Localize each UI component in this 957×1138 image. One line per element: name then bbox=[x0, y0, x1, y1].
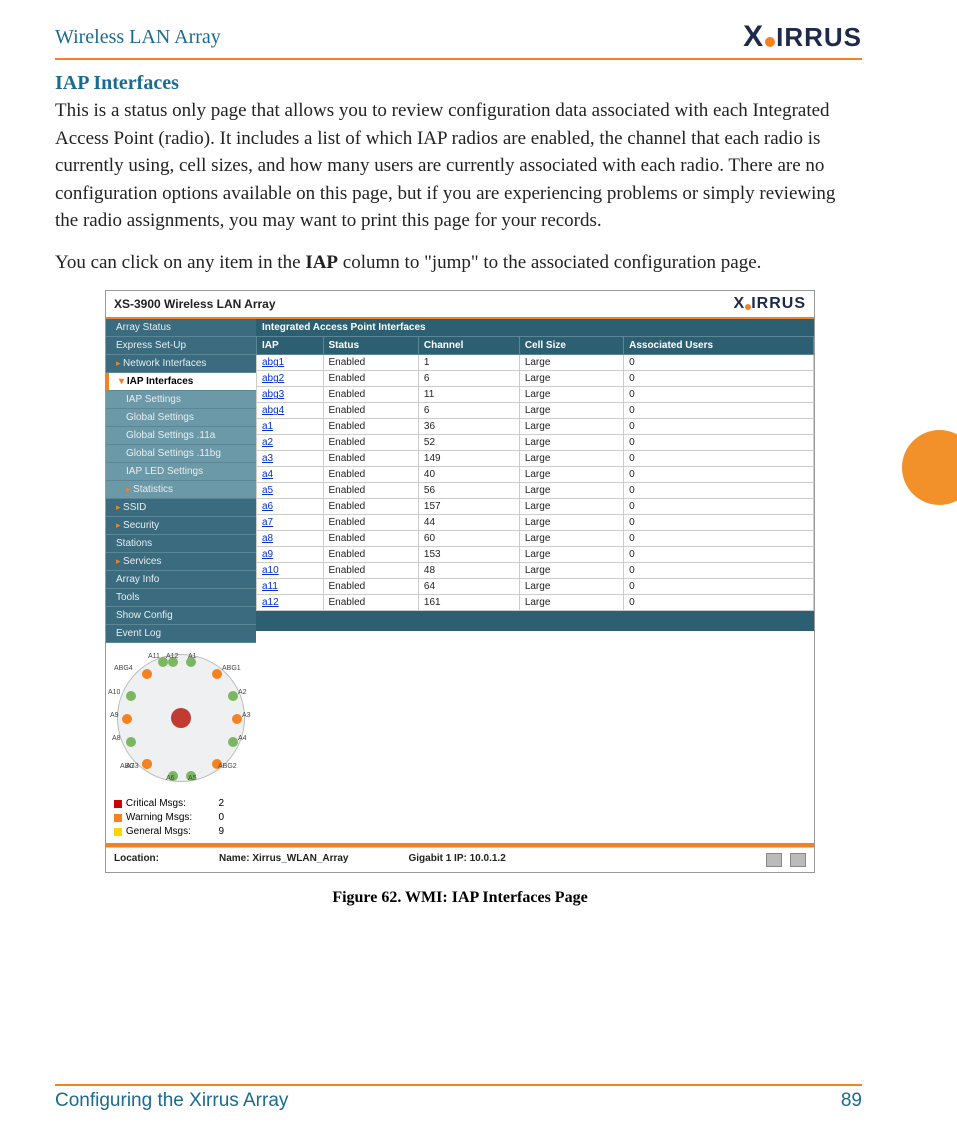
table-footer-bar bbox=[256, 611, 814, 631]
status-name: Name: Xirrus_WLAN_Array bbox=[219, 853, 349, 867]
nav-show-config[interactable]: Show Config bbox=[106, 607, 256, 625]
wmi-screenshot: XS-3900 Wireless LAN Array XIRRUS Array … bbox=[105, 290, 815, 873]
footer-text: Configuring the Xirrus Array bbox=[55, 1090, 288, 1112]
nav-global-settings[interactable]: Global Settings bbox=[106, 409, 256, 427]
iap-link[interactable]: a10 bbox=[257, 563, 324, 579]
paragraph-2: You can click on any item in the IAP col… bbox=[55, 249, 862, 277]
iap-link[interactable]: a9 bbox=[257, 547, 324, 563]
table-row: a5Enabled56Large0 bbox=[257, 483, 814, 499]
table-row: a6Enabled157Large0 bbox=[257, 499, 814, 515]
nav-menu: Array Status Express Set-Up Network Inte… bbox=[106, 319, 256, 643]
table-row: abg1Enabled1Large0 bbox=[257, 355, 814, 371]
iap-link[interactable]: abg3 bbox=[257, 387, 324, 403]
nav-network-interfaces[interactable]: Network Interfaces bbox=[106, 355, 256, 373]
print-icon[interactable] bbox=[766, 853, 782, 867]
nav-iap-settings[interactable]: IAP Settings bbox=[106, 391, 256, 409]
nav-iap-interfaces[interactable]: IAP Interfaces bbox=[106, 373, 256, 391]
figure-caption: Figure 62. WMI: IAP Interfaces Page bbox=[105, 889, 815, 907]
nav-tools[interactable]: Tools bbox=[106, 589, 256, 607]
nav-global-settings-11a[interactable]: Global Settings .11a bbox=[106, 427, 256, 445]
col-users: Associated Users bbox=[624, 337, 814, 355]
table-row: abg4Enabled6Large0 bbox=[257, 403, 814, 419]
status-location: Location: bbox=[114, 853, 159, 867]
nav-services[interactable]: Services bbox=[106, 553, 256, 571]
iap-link[interactable]: abg2 bbox=[257, 371, 324, 387]
iap-link[interactable]: a12 bbox=[257, 595, 324, 611]
iap-link[interactable]: a7 bbox=[257, 515, 324, 531]
nav-event-log[interactable]: Event Log bbox=[106, 625, 256, 643]
nav-array-info[interactable]: Array Info bbox=[106, 571, 256, 589]
page-number: 89 bbox=[841, 1090, 862, 1112]
iap-link[interactable]: a1 bbox=[257, 419, 324, 435]
product-name: XS-3900 Wireless LAN Array bbox=[114, 297, 276, 311]
table-row: a9Enabled153Large0 bbox=[257, 547, 814, 563]
nav-ssid[interactable]: SSID bbox=[106, 499, 256, 517]
nav-iap-led-settings[interactable]: IAP LED Settings bbox=[106, 463, 256, 481]
table-row: a8Enabled60Large0 bbox=[257, 531, 814, 547]
iap-table: IAP Status Channel Cell Size Associated … bbox=[256, 336, 814, 611]
nav-security[interactable]: Security bbox=[106, 517, 256, 535]
nav-statistics[interactable]: Statistics bbox=[106, 481, 256, 499]
table-row: a12Enabled161Large0 bbox=[257, 595, 814, 611]
table-row: abg3Enabled11Large0 bbox=[257, 387, 814, 403]
header-rule bbox=[55, 58, 862, 60]
table-row: a2Enabled52Large0 bbox=[257, 435, 814, 451]
screenshot-logo: XIRRUS bbox=[734, 295, 806, 313]
table-row: a7Enabled44Large0 bbox=[257, 515, 814, 531]
table-row: a11Enabled64Large0 bbox=[257, 579, 814, 595]
brand-logo: XXIRRUSIRRUS bbox=[743, 20, 862, 54]
table-row: a10Enabled48Large0 bbox=[257, 563, 814, 579]
save-icon[interactable] bbox=[790, 853, 806, 867]
iap-link[interactable]: a11 bbox=[257, 579, 324, 595]
iap-link[interactable]: a2 bbox=[257, 435, 324, 451]
iap-link[interactable]: abg4 bbox=[257, 403, 324, 419]
nav-stations[interactable]: Stations bbox=[106, 535, 256, 553]
iap-link[interactable]: a6 bbox=[257, 499, 324, 515]
status-ip: Gigabit 1 IP: 10.0.1.2 bbox=[409, 853, 506, 867]
table-title: Integrated Access Point Interfaces bbox=[256, 319, 814, 336]
section-heading: IAP Interfaces bbox=[55, 72, 862, 95]
page-tab-marker bbox=[902, 430, 957, 505]
col-iap: IAP bbox=[257, 337, 324, 355]
nav-global-settings-11bg[interactable]: Global Settings .11bg bbox=[106, 445, 256, 463]
iap-link[interactable]: a4 bbox=[257, 467, 324, 483]
radio-diagram: A12 A1 ABG1 A2 A3 A4 ABG2 bbox=[106, 643, 256, 793]
doc-title: Wireless LAN Array bbox=[55, 26, 221, 49]
nav-array-status[interactable]: Array Status bbox=[106, 319, 256, 337]
iap-link[interactable]: a8 bbox=[257, 531, 324, 547]
table-row: a4Enabled40Large0 bbox=[257, 467, 814, 483]
nav-express-setup[interactable]: Express Set-Up bbox=[106, 337, 256, 355]
table-row: abg2Enabled6Large0 bbox=[257, 371, 814, 387]
col-status: Status bbox=[323, 337, 418, 355]
iap-link[interactable]: abg1 bbox=[257, 355, 324, 371]
message-counts: Critical Msgs:2 Warning Msgs:0 General M… bbox=[106, 793, 256, 843]
table-row: a3Enabled149Large0 bbox=[257, 451, 814, 467]
col-cellsize: Cell Size bbox=[519, 337, 623, 355]
iap-link[interactable]: a3 bbox=[257, 451, 324, 467]
col-channel: Channel bbox=[418, 337, 519, 355]
table-row: a1Enabled36Large0 bbox=[257, 419, 814, 435]
paragraph-1: This is a status only page that allows y… bbox=[55, 97, 862, 235]
iap-link[interactable]: a5 bbox=[257, 483, 324, 499]
